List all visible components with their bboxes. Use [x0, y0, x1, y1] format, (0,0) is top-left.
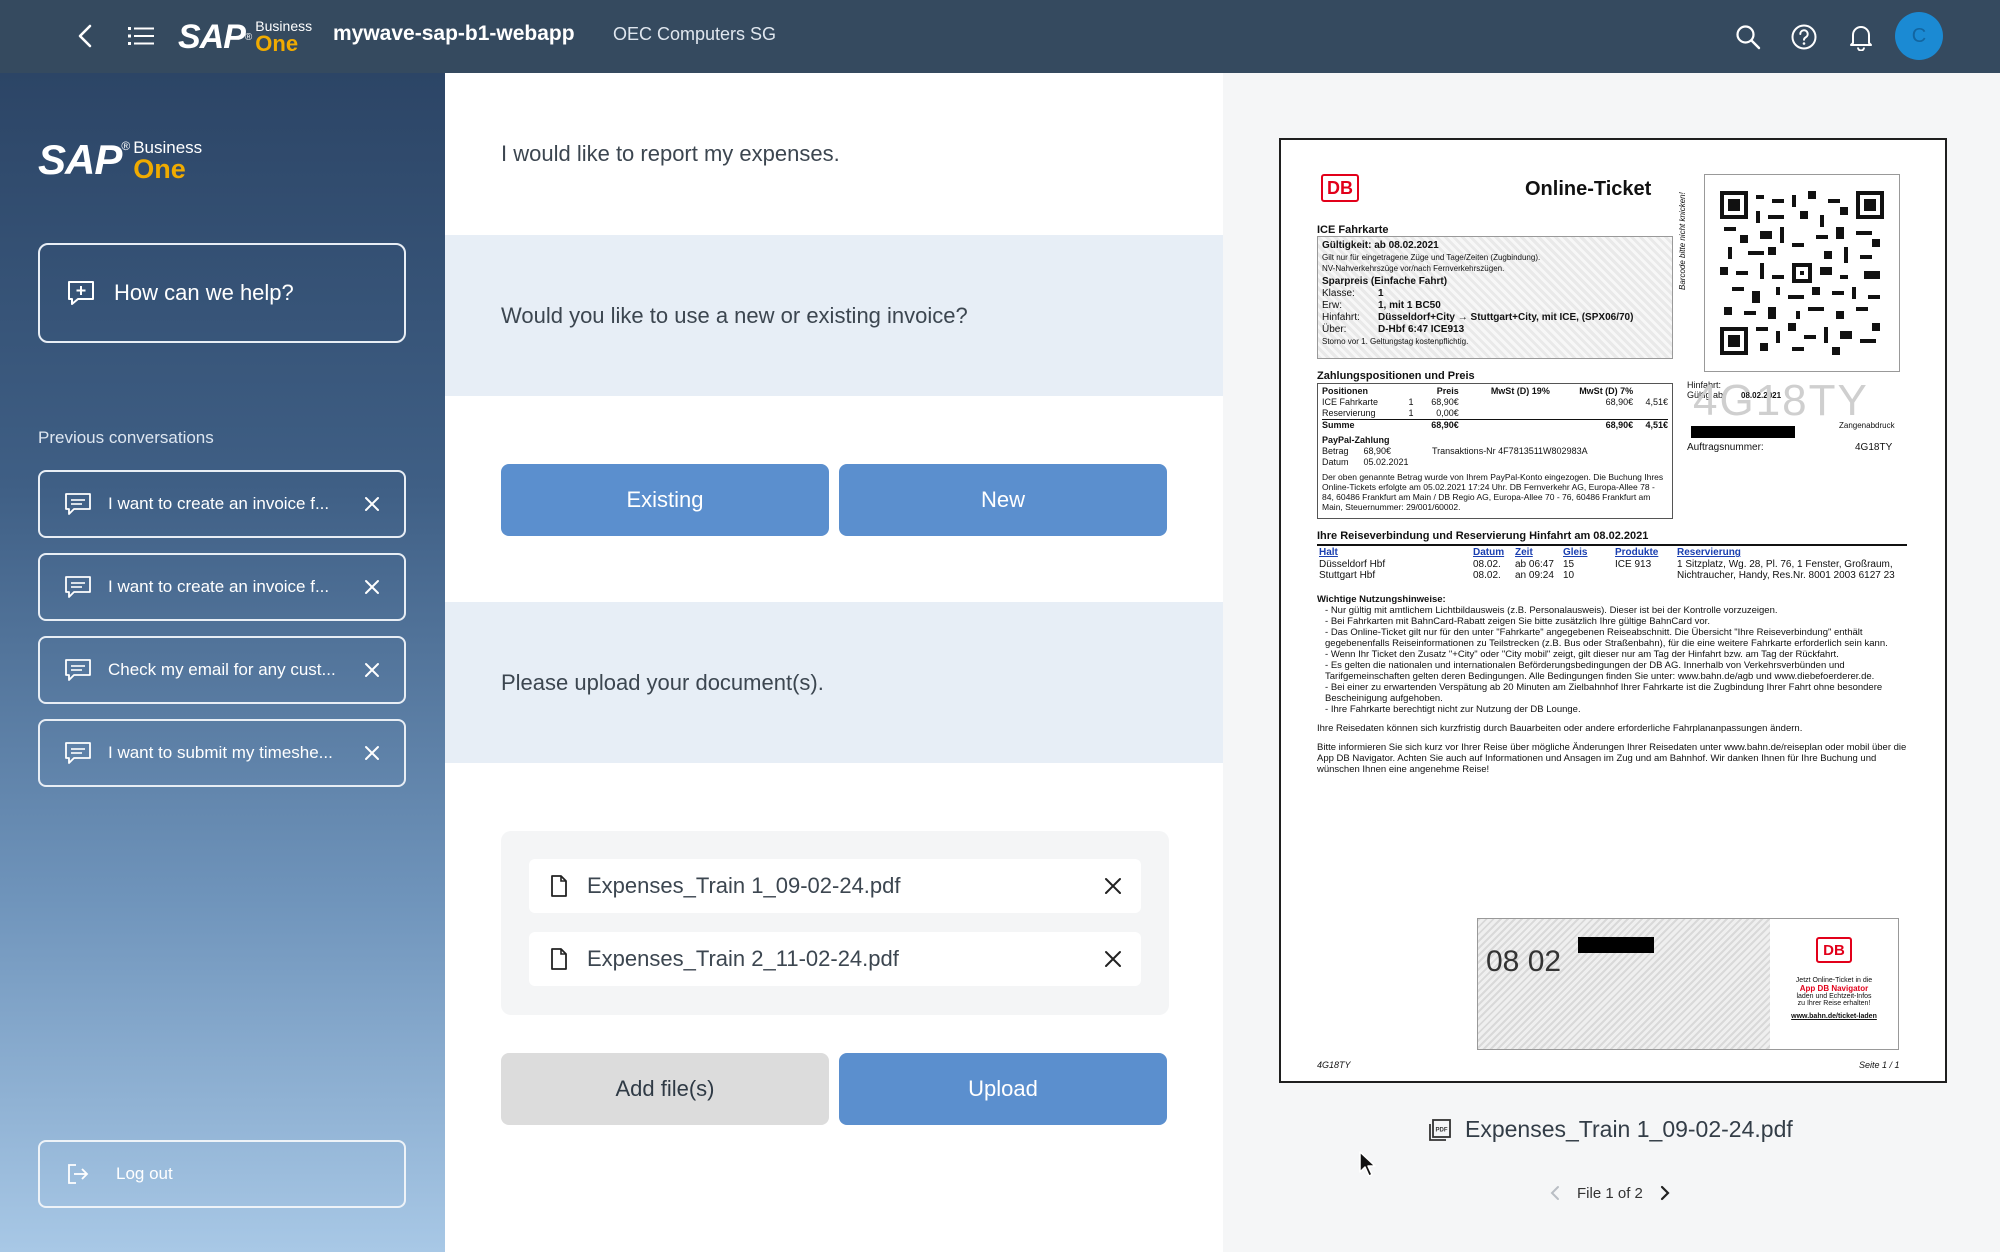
chevron-right-icon: [1660, 1185, 1670, 1201]
upload-button[interactable]: Upload: [839, 1053, 1167, 1125]
conversation-item[interactable]: I want to submit my timeshe...: [38, 719, 406, 787]
usage-notes: Wichtige Nutzungshinweise: Nur gültig mi…: [1317, 594, 1907, 775]
barcode-note: Barcode bitte nicht knicken!: [1678, 192, 1687, 290]
conversation-item[interactable]: I want to create an invoice f...: [38, 470, 406, 538]
chevron-left-icon: [78, 24, 92, 48]
sidebar-logo: SAP ® Business One: [38, 136, 203, 184]
chat-icon: [62, 573, 94, 601]
payment-table: Positionen Preis MwSt (D) 19% MwSt (D) 7…: [1322, 386, 1668, 430]
existing-button[interactable]: Existing: [501, 464, 829, 536]
file-item[interactable]: Expenses_Train 2_11-02-24.pdf: [529, 932, 1141, 986]
db-logo: DB: [1816, 937, 1852, 963]
chat-icon: [62, 490, 94, 518]
connection-table: Halt Datum Zeit Gleis Produkte Reservier…: [1317, 544, 1907, 581]
assistant-message: Please upload your document(s).: [445, 602, 1223, 763]
assistant-message: Would you like to use a new or existing …: [445, 235, 1223, 396]
ticket-section-title: ICE Fahrkarte: [1317, 224, 1389, 236]
file-item[interactable]: Expenses_Train 1_09-02-24.pdf: [529, 859, 1141, 913]
connection-title: Ihre Reiseverbindung und Reservierung Hi…: [1317, 530, 1649, 542]
preview-file-name: PDF Expenses_Train 1_09-02-24.pdf: [1427, 1116, 1793, 1143]
new-conversation-button[interactable]: How can we help?: [38, 243, 406, 343]
pdf-page[interactable]: DB Online-Ticket Barcode bitte nicht kni…: [1279, 138, 1947, 1083]
document-icon: [547, 945, 571, 973]
chat-icon: [62, 739, 94, 767]
ticket-stub: 08 02 DB Jetzt Online-Ticket in die App …: [1477, 918, 1899, 1050]
uploaded-files-list: Expenses_Train 1_09-02-24.pdf Expenses_T…: [501, 831, 1169, 1015]
close-icon[interactable]: [358, 656, 386, 684]
document-icon: [547, 872, 571, 900]
user-message: I would like to report my expenses.: [445, 73, 1223, 235]
payment-details: Positionen Preis MwSt (D) 19% MwSt (D) 7…: [1317, 383, 1673, 519]
logout-icon: [64, 1160, 92, 1188]
logout-button[interactable]: Log out: [38, 1140, 406, 1208]
search-button[interactable]: [1731, 20, 1765, 54]
chat-panel: I would like to report my expenses. Woul…: [445, 73, 1223, 1252]
pdf-file-icon: PDF: [1427, 1117, 1453, 1143]
mouse-cursor-icon: [1359, 1151, 1376, 1177]
new-button[interactable]: New: [839, 464, 1167, 536]
list-menu-icon: [128, 27, 154, 45]
payment-section-title: Zahlungspositionen und Preis: [1317, 370, 1475, 382]
menu-button[interactable]: [124, 20, 158, 52]
file-name: Expenses_Train 1_09-02-24.pdf: [587, 873, 901, 898]
validation-code: 4G18TY: [1693, 376, 1869, 425]
close-icon[interactable]: [358, 573, 386, 601]
help-label: How can we help?: [114, 280, 294, 305]
redaction-bar: [1578, 937, 1654, 953]
svg-text:PDF: PDF: [1436, 1127, 1448, 1133]
search-icon: [1736, 25, 1761, 50]
ticket-title: Online-Ticket: [1525, 178, 1652, 200]
file-pager: File 1 of 2: [1543, 1181, 1677, 1205]
notifications-button[interactable]: [1844, 20, 1878, 54]
sidebar: SAP ® Business One How can we help? Prev…: [0, 73, 445, 1252]
remove-file-button[interactable]: [1099, 945, 1127, 973]
user-avatar[interactable]: C: [1895, 12, 1943, 60]
add-chat-icon: [64, 276, 98, 310]
ticket-details: Gültigkeit: ab 08.02.2021 Gilt nur für e…: [1317, 236, 1673, 359]
help-circle-icon: [1791, 24, 1817, 50]
previous-file-button[interactable]: [1543, 1181, 1567, 1205]
qr-code: [1704, 174, 1900, 372]
company-name[interactable]: OEC Computers SG: [613, 24, 776, 45]
close-icon: [1105, 878, 1121, 894]
close-icon[interactable]: [358, 490, 386, 518]
add-files-button[interactable]: Add file(s): [501, 1053, 829, 1125]
app-title: mywave-sap-b1-webapp: [333, 22, 575, 45]
close-icon[interactable]: [358, 739, 386, 767]
conversation-label: I want to create an invoice f...: [108, 577, 330, 596]
close-icon: [1105, 951, 1121, 967]
file-name: Expenses_Train 2_11-02-24.pdf: [587, 946, 899, 971]
db-logo: DB: [1321, 174, 1359, 202]
next-file-button[interactable]: [1653, 1181, 1677, 1205]
previous-conversations-title: Previous conversations: [38, 428, 214, 447]
sap-business-one-logo[interactable]: SAP ® Business One: [178, 18, 312, 56]
qr-code-icon: [1720, 191, 1884, 355]
conversation-label: I want to submit my timeshe...: [108, 743, 333, 762]
back-button[interactable]: [70, 20, 100, 52]
conversation-label: I want to create an invoice f...: [108, 494, 330, 513]
conversation-item[interactable]: Check my email for any cust...: [38, 636, 406, 704]
chevron-left-icon: [1550, 1186, 1559, 1200]
logout-label: Log out: [116, 1164, 173, 1183]
redaction-bar: [1691, 426, 1795, 438]
pager-text: File 1 of 2: [1577, 1184, 1643, 1202]
conversation-label: Check my email for any cust...: [108, 660, 336, 679]
bell-icon: [1850, 26, 1872, 51]
help-button[interactable]: [1787, 20, 1821, 54]
chat-icon: [62, 656, 94, 684]
remove-file-button[interactable]: [1099, 872, 1127, 900]
conversation-item[interactable]: I want to create an invoice f...: [38, 553, 406, 621]
document-preview-panel: DB Online-Ticket Barcode bitte nicht kni…: [1223, 73, 2000, 1252]
shell-bar: SAP ® Business One mywave-sap-b1-webapp …: [0, 0, 2000, 73]
